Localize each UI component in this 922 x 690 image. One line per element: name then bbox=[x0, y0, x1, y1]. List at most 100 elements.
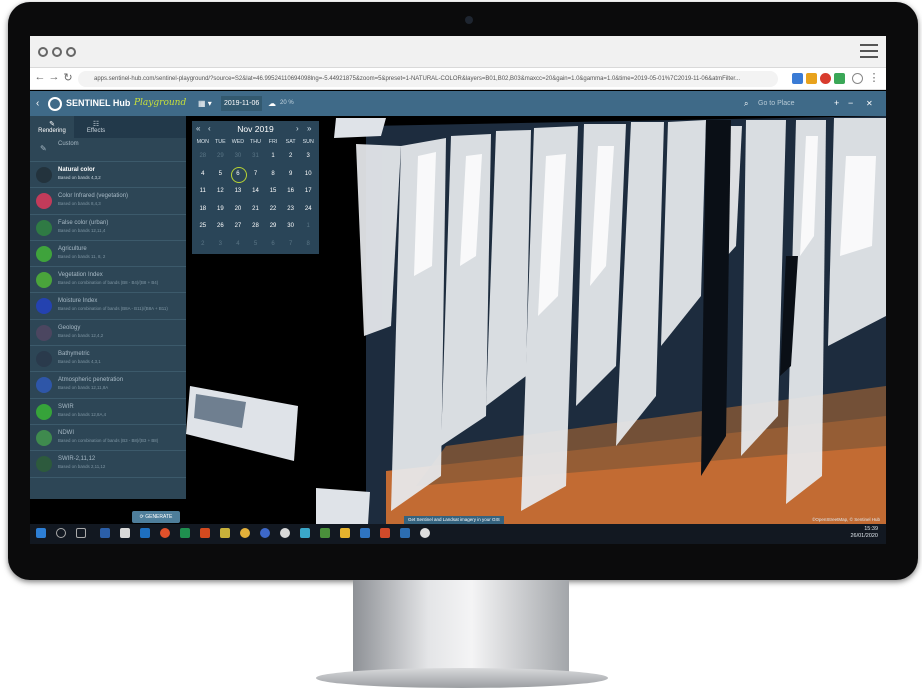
reload-icon[interactable]: ↻ bbox=[62, 71, 74, 84]
app-icon[interactable] bbox=[400, 528, 410, 538]
map-attribution[interactable]: ©OpenStreetMap, © Sentinel Hub bbox=[812, 517, 880, 522]
calendar-day[interactable]: 6 bbox=[264, 236, 282, 254]
calendar-day[interactable]: 14 bbox=[247, 183, 265, 201]
calendar-day[interactable]: 1 bbox=[299, 218, 317, 236]
search-icon[interactable]: ⌕ bbox=[744, 91, 748, 116]
calendar-day[interactable]: 8 bbox=[264, 166, 282, 184]
calendar-day[interactable]: 3 bbox=[299, 148, 317, 166]
preset-item[interactable]: Agriculture Based on bands 11, 8, 2 bbox=[30, 241, 186, 268]
calendar-day[interactable]: 18 bbox=[194, 201, 212, 219]
date-field[interactable]: 2019-11-06 bbox=[221, 96, 263, 111]
search-icon[interactable] bbox=[56, 528, 66, 538]
calendar-day[interactable]: 12 bbox=[212, 183, 230, 201]
preset-item[interactable]: Moisture Index Based on combination of ba… bbox=[30, 293, 186, 320]
app-icon[interactable] bbox=[260, 528, 270, 538]
calendar-day[interactable]: 2 bbox=[282, 148, 300, 166]
last-month-icon[interactable]: » bbox=[307, 121, 311, 137]
folder-icon[interactable] bbox=[340, 528, 350, 538]
calendar-day[interactable]: 15 bbox=[264, 183, 282, 201]
preset-item[interactable]: Natural color Based on bands 4,3,2 bbox=[30, 162, 186, 189]
url-field[interactable]: apps.sentinel-hub.com/sentinel-playgroun… bbox=[78, 71, 778, 87]
extension-icon[interactable] bbox=[792, 73, 803, 84]
app-icon[interactable] bbox=[360, 528, 370, 538]
calendar-day[interactable]: 23 bbox=[282, 201, 300, 219]
calendar-day[interactable]: 4 bbox=[194, 166, 212, 184]
preset-item[interactable]: Color Infrared (vegetation) Based on band… bbox=[30, 188, 186, 215]
calendar-icon[interactable]: ▦ ▾ bbox=[198, 91, 212, 116]
calendar-day[interactable]: 19 bbox=[212, 201, 230, 219]
preset-item[interactable]: Geology Based on bands 12,4,2 bbox=[30, 320, 186, 347]
app-icon[interactable] bbox=[420, 528, 430, 538]
zoom-in-button[interactable]: + bbox=[834, 91, 839, 116]
preset-item[interactable]: NDWI Based on combination of bands (B3 - … bbox=[30, 425, 186, 452]
window-close-icon[interactable] bbox=[38, 47, 48, 57]
calendar-day[interactable]: 29 bbox=[264, 218, 282, 236]
calendar-day[interactable]: 22 bbox=[264, 201, 282, 219]
calendar-day[interactable]: 5 bbox=[212, 166, 230, 184]
calendar-day[interactable]: 29 bbox=[212, 148, 230, 166]
powerpoint-icon[interactable] bbox=[200, 528, 210, 538]
back-icon[interactable]: ← bbox=[34, 71, 46, 83]
cloud-coverage-value[interactable]: 20 % bbox=[280, 91, 294, 116]
browser-menu-icon[interactable]: ⋮ bbox=[868, 71, 880, 84]
app-icon[interactable] bbox=[320, 528, 330, 538]
calendar-day[interactable]: 27 bbox=[229, 218, 247, 236]
firefox-icon[interactable] bbox=[160, 528, 170, 538]
excel-icon[interactable] bbox=[180, 528, 190, 538]
calendar-day[interactable]: 28 bbox=[194, 148, 212, 166]
app-icon[interactable] bbox=[380, 528, 390, 538]
close-icon[interactable]: ✕ bbox=[866, 91, 873, 116]
tab-rendering[interactable]: ✎ Rendering bbox=[30, 116, 74, 138]
preset-custom[interactable]: ✎ Custom bbox=[30, 138, 186, 162]
calendar-day[interactable]: 20 bbox=[229, 201, 247, 219]
extension-icon[interactable] bbox=[820, 73, 831, 84]
calendar-day[interactable]: 2 bbox=[194, 236, 212, 254]
extension-icon[interactable] bbox=[834, 73, 845, 84]
calendar-day[interactable]: 3 bbox=[212, 236, 230, 254]
app-icon[interactable] bbox=[280, 528, 290, 538]
system-clock[interactable]: 15:39 26/01/2020 bbox=[850, 526, 878, 540]
window-maximize-icon[interactable] bbox=[66, 47, 76, 57]
windows-start-icon[interactable] bbox=[36, 528, 46, 538]
calendar-day[interactable]: 30 bbox=[282, 218, 300, 236]
next-month-icon[interactable]: › bbox=[296, 121, 299, 137]
calendar-day[interactable]: 5 bbox=[247, 236, 265, 254]
chrome-icon[interactable] bbox=[240, 528, 250, 538]
app-icon[interactable] bbox=[120, 528, 130, 538]
calendar-day[interactable]: 11 bbox=[194, 183, 212, 201]
window-minimize-icon[interactable] bbox=[52, 47, 62, 57]
calendar-day[interactable]: 1 bbox=[264, 148, 282, 166]
collapse-icon[interactable]: ‹ bbox=[36, 91, 39, 116]
preset-item[interactable]: SWIR Based on bands 12,8A,4 bbox=[30, 399, 186, 425]
calendar-day[interactable]: 10 bbox=[299, 166, 317, 184]
calendar-day[interactable]: 16 bbox=[282, 183, 300, 201]
calendar-day[interactable]: 30 bbox=[229, 148, 247, 166]
forward-icon[interactable]: → bbox=[48, 71, 60, 83]
app-icon[interactable] bbox=[300, 528, 310, 538]
calendar-day[interactable]: 28 bbox=[247, 218, 265, 236]
search-input[interactable]: Go to Place bbox=[758, 91, 795, 116]
calendar-day-selected[interactable]: 6 bbox=[229, 166, 247, 184]
calendar-day[interactable]: 7 bbox=[282, 236, 300, 254]
preset-item[interactable]: Bathymetric Based on bands 4,3,1 bbox=[30, 346, 186, 373]
calendar-day[interactable]: 7 bbox=[247, 166, 265, 184]
preset-item[interactable]: SWIR-2,11,12 Based on bands 2,11,12 bbox=[30, 451, 186, 478]
calendar-day[interactable]: 26 bbox=[212, 218, 230, 236]
calendar-day[interactable]: 24 bbox=[299, 201, 317, 219]
profile-icon[interactable] bbox=[852, 73, 863, 84]
extension-icon[interactable] bbox=[806, 73, 817, 84]
calendar-day[interactable]: 17 bbox=[299, 183, 317, 201]
preset-item[interactable]: Vegetation Index Based on combination of … bbox=[30, 267, 186, 294]
calendar-day[interactable]: 13 bbox=[229, 183, 247, 201]
zoom-out-button[interactable]: − bbox=[848, 91, 853, 116]
app-icon[interactable] bbox=[100, 528, 110, 538]
menu-icon[interactable] bbox=[860, 44, 878, 58]
calendar-day[interactable]: 21 bbox=[247, 201, 265, 219]
app-icon[interactable] bbox=[140, 528, 150, 538]
calendar-day[interactable]: 31 bbox=[247, 148, 265, 166]
calendar-day[interactable]: 25 bbox=[194, 218, 212, 236]
tab-effects[interactable]: ☷ Effects bbox=[74, 116, 118, 138]
gis-notice[interactable]: Get Sentinel and Landsat imagery in your… bbox=[404, 516, 504, 524]
app-icon[interactable] bbox=[220, 528, 230, 538]
calendar-day[interactable]: 9 bbox=[282, 166, 300, 184]
